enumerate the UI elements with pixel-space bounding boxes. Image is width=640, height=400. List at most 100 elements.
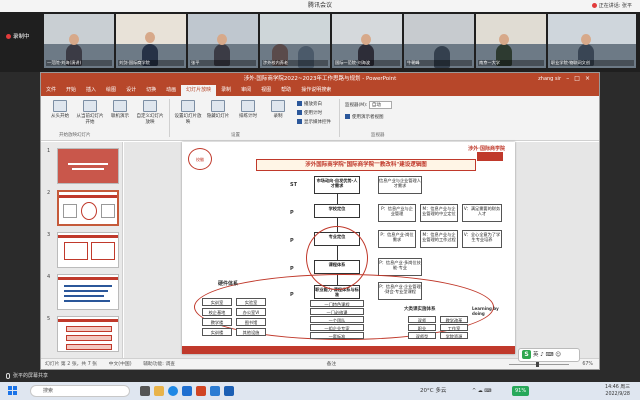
tab-design[interactable]: 设计 (121, 85, 141, 96)
weather-widget[interactable]: 20°C 多云 (420, 382, 446, 400)
participant-tile[interactable]: 一范院-刘海(演讲) (44, 14, 114, 68)
hide-slide-button[interactable]: 隐藏幻灯片 (203, 100, 233, 120)
participant-name: 张平 (190, 60, 256, 66)
app-icon[interactable] (224, 386, 234, 396)
right-box: P：信息产业·岗位需求 (378, 230, 416, 248)
tencent-meeting-icon[interactable] (182, 386, 192, 396)
language-indicator[interactable]: 中文(中国) (109, 362, 132, 367)
monitor-select[interactable]: 监视器(M): 自动 (345, 101, 392, 109)
ime-toolbar[interactable]: S英 ♪ ⌨ ☺ (518, 348, 580, 362)
tab-insert[interactable]: 插入 (81, 85, 101, 96)
tab-slideshow[interactable]: 幻灯片放映 (181, 85, 217, 96)
slide-counter: 幻灯片 第 2 张，共 7 张 (45, 362, 98, 367)
participant-tile[interactable]: 张平 (188, 14, 258, 68)
thumb-shape (63, 204, 77, 218)
ribbon-divider (169, 99, 170, 137)
center-box: 学校定位 (314, 204, 360, 218)
recording-badge[interactable]: 录制中 (6, 32, 30, 40)
thumb-number: 2 (47, 190, 51, 196)
microphone-icon (6, 372, 10, 379)
slideshow-current-icon (83, 100, 97, 112)
task-view-icon[interactable] (140, 386, 150, 396)
record-button[interactable]: 录制 (263, 100, 293, 120)
windows-start-icon[interactable] (8, 386, 18, 396)
ppt-title: 涉外·国际商学院2022~2023年工作思路与规划 - PowerPoint (41, 73, 599, 85)
tab-file[interactable]: 文件 (41, 85, 61, 96)
ribbon-group-label: 监视器 (371, 133, 385, 138)
participant-tile[interactable]: 国际一范院-刘海波 (332, 14, 402, 68)
right-box: V：全心全意为了学生专业培养 (462, 230, 502, 248)
clock[interactable]: 14:46 周三 2022/9/28 (580, 384, 630, 398)
present-online-button[interactable]: 联机演示 (105, 100, 135, 120)
status-bar: 幻灯片 第 2 张，共 7 张 中文(中国) 辅助功能: 调查 备注 67% (41, 358, 599, 369)
slide-thumbnail[interactable] (57, 148, 119, 184)
tab-view[interactable]: 视图 (256, 85, 276, 96)
zoom-slider-handle[interactable] (536, 362, 539, 367)
recording-dot-icon (6, 34, 11, 39)
system-tray-icons[interactable]: ^ ☁ ⌨ (472, 382, 492, 400)
tab-draw[interactable]: 绘图 (101, 85, 121, 96)
taskbar-search-input[interactable]: 搜索 (30, 385, 130, 397)
slide-thumbnail[interactable] (57, 316, 119, 352)
thumb-shape (64, 242, 88, 260)
right-box: V：满足需要的财务人才 (462, 204, 502, 222)
video-background (260, 14, 330, 44)
right-box: 信息产业与企业管理人才需求 (378, 176, 422, 194)
participant-tile[interactable]: 涉外校内养老 (260, 14, 330, 68)
thumb-shape (66, 335, 112, 341)
slide-thumbnail[interactable] (57, 232, 119, 268)
thumb-line (64, 290, 108, 292)
hardware-item: 其他设施 (236, 328, 266, 336)
use-timings-check[interactable]: 使用计时 (297, 110, 322, 116)
hardware-item: 办公室VI (236, 308, 266, 316)
slide-footer-band (182, 346, 515, 354)
rehearse-timings-button[interactable]: 排练计时 (233, 100, 263, 120)
file-explorer-icon[interactable] (154, 386, 164, 396)
tell-me-search[interactable]: 操作说明搜索 (296, 85, 336, 96)
tab-home[interactable]: 开始 (61, 85, 81, 96)
close-icon[interactable]: × (585, 75, 595, 82)
custom-show-button[interactable]: 自定义幻灯片放映 (135, 100, 165, 125)
word-icon[interactable] (210, 386, 220, 396)
participant-name: 南京—大学 (478, 60, 544, 66)
participant-tile[interactable]: 刘剑-国际商学院 (116, 14, 186, 68)
tab-animations[interactable]: 动画 (161, 85, 181, 96)
thumb-line (59, 195, 117, 198)
participant-tile[interactable]: 牛朝峰 (404, 14, 474, 68)
slide[interactable]: 校徽 涉外·国际商学院 涉外国际商学院"国际商学院""教改科"建设逻辑图 ST … (182, 142, 515, 354)
accessibility-indicator[interactable]: 辅助功能: 调查 (143, 362, 175, 367)
from-current-button[interactable]: 从当前幻灯片开始 (75, 100, 105, 125)
slide-thumbnail[interactable] (57, 274, 119, 310)
from-beginning-button[interactable]: 从头开始 (45, 100, 75, 120)
present-online-icon (113, 100, 127, 112)
speaking-dot-icon (591, 3, 597, 8)
thumb-bg (58, 149, 118, 183)
setup-show-button[interactable]: 设置幻灯片放映 (173, 100, 203, 125)
monitor-dropdown[interactable]: 自动 (368, 101, 392, 109)
hardware-item: 实验室 (236, 298, 266, 306)
row-label: P (290, 238, 294, 244)
play-narrations-check[interactable]: 播放旁白 (297, 101, 322, 107)
participant-tile[interactable]: 职业学院·物联网文创 (548, 14, 636, 68)
ppt-user[interactable]: zhang sir (538, 73, 561, 85)
hardware-item: 实训室 (202, 298, 232, 306)
tab-review[interactable]: 审阅 (236, 85, 256, 96)
zoom-slider[interactable] (509, 364, 569, 365)
slideshow-start-icon (53, 100, 67, 112)
tab-help[interactable]: 帮助 (276, 85, 296, 96)
presenter-view-check[interactable]: 使用演示者视图 (345, 114, 384, 120)
maximize-icon[interactable]: □ (574, 75, 585, 82)
tab-transitions[interactable]: 切换 (141, 85, 161, 96)
slide-thumbnail-selected[interactable] (57, 190, 119, 226)
edge-browser-icon[interactable] (168, 386, 178, 396)
tab-record[interactable]: 录制 (216, 85, 236, 96)
setup-show-icon (181, 100, 195, 112)
powerpoint-icon[interactable] (196, 386, 206, 396)
thumb-number: 1 (47, 148, 51, 154)
notes-button[interactable]: 备注 (327, 362, 337, 367)
zoom-level[interactable]: 67% (582, 359, 593, 370)
battery-indicator[interactable]: 91% (512, 386, 530, 396)
show-media-controls-check[interactable]: 显示媒体控件 (297, 119, 331, 125)
clock-time: 14:46 (605, 385, 619, 390)
participant-tile[interactable]: 南京—大学 (476, 14, 546, 68)
